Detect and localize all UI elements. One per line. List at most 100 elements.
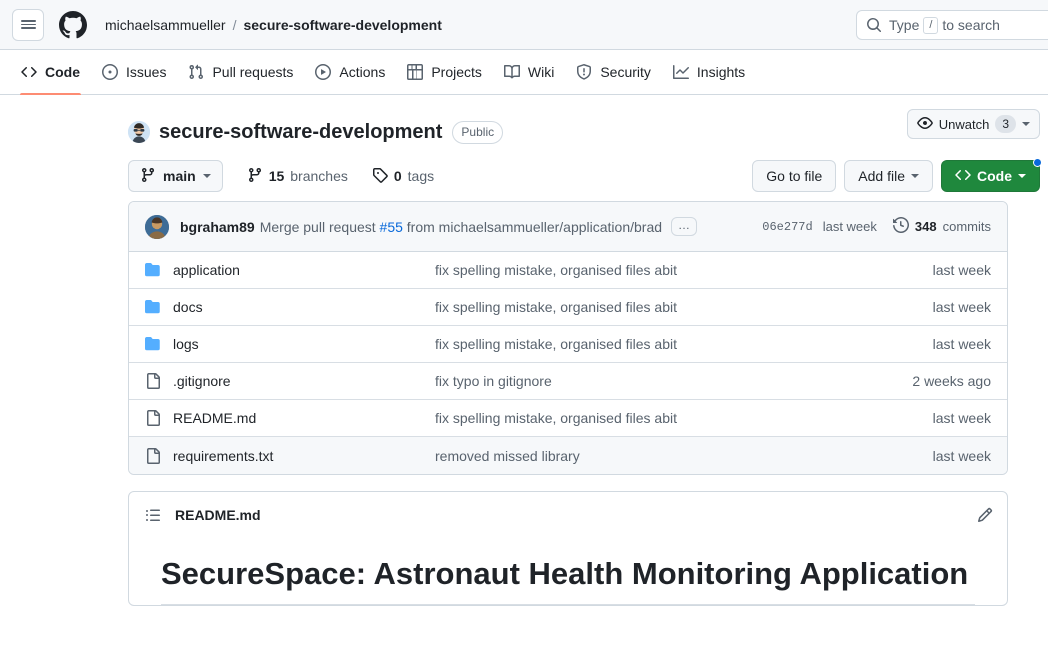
search-placeholder-text: Type / to search xyxy=(889,16,1000,34)
tab-security-label: Security xyxy=(600,64,651,80)
watch-count: 3 xyxy=(995,115,1016,133)
tab-wiki-label: Wiki xyxy=(527,64,555,80)
table-row[interactable]: logs fix spelling mistake, organised fil… xyxy=(129,326,1007,363)
file-timestamp: last week xyxy=(932,336,991,352)
file-commit-message[interactable]: fix spelling mistake, organised files ab… xyxy=(435,336,933,352)
tab-pull-requests-label: Pull requests xyxy=(212,64,294,80)
pencil-icon[interactable] xyxy=(977,507,993,523)
github-logo-icon[interactable] xyxy=(59,10,87,39)
file-commit-message[interactable]: fix spelling mistake, organised files ab… xyxy=(435,299,933,315)
repo-header: secure-software-development Public Unwat… xyxy=(16,95,1040,151)
expand-commit-message-button[interactable]: … xyxy=(671,217,698,236)
tab-security[interactable]: Security xyxy=(567,50,660,94)
file-timestamp: last week xyxy=(932,262,991,278)
file-name[interactable]: application xyxy=(173,262,435,278)
list-unordered-icon[interactable] xyxy=(145,507,161,523)
file-listing: bgraham89 Merge pull request #55 from mi… xyxy=(128,201,1008,475)
commit-message-after: from michaelsammueller/application/brad xyxy=(402,218,663,235)
tab-actions[interactable]: Actions xyxy=(306,50,394,94)
shield-icon xyxy=(576,64,592,80)
file-name[interactable]: requirements.txt xyxy=(173,448,435,464)
issue-opened-icon xyxy=(102,64,118,80)
commit-sha[interactable]: 06e277d xyxy=(762,220,812,234)
tab-actions-label: Actions xyxy=(339,64,386,80)
file-name[interactable]: README.md xyxy=(173,410,435,426)
tab-issues-label: Issues xyxy=(126,64,167,80)
branches-link[interactable]: 15 branches xyxy=(247,167,348,186)
breadcrumb: michaelsammueller / secure-software-deve… xyxy=(105,17,442,33)
table-icon xyxy=(407,64,424,80)
file-timestamp: 2 weeks ago xyxy=(912,373,991,389)
tab-insights[interactable]: Insights xyxy=(664,50,754,94)
commits-count-value: 348 xyxy=(914,219,937,234)
branch-name: main xyxy=(163,168,196,184)
tags-count: 0 xyxy=(393,168,402,184)
hamburger-menu-icon[interactable] xyxy=(12,8,44,41)
go-to-file-button[interactable]: Go to file xyxy=(752,160,837,192)
file-icon xyxy=(145,410,161,426)
commits-count-label: commits xyxy=(942,219,991,234)
tab-insights-label: Insights xyxy=(696,64,746,80)
table-row[interactable]: README.md fix spelling mistake, organise… xyxy=(129,400,1007,437)
commit-message: Merge pull request #55 from michaelsammu… xyxy=(260,219,662,235)
visibility-badge: Public xyxy=(452,120,504,144)
graph-icon xyxy=(672,64,689,80)
chevron-down-icon xyxy=(911,174,919,178)
folder-icon xyxy=(145,262,161,278)
file-commit-message[interactable]: fix spelling mistake, organised files ab… xyxy=(435,410,933,426)
commit-author[interactable]: bgraham89 xyxy=(180,219,255,235)
tab-issues[interactable]: Issues xyxy=(93,50,175,94)
tags-link[interactable]: 0 tags xyxy=(372,167,434,186)
branches-count: 15 xyxy=(268,168,285,184)
commit-meta: 06e277d last week 348 commits xyxy=(762,216,991,236)
committer-avatar[interactable] xyxy=(145,214,169,239)
tab-code[interactable]: Code xyxy=(12,50,89,95)
tab-wiki[interactable]: Wiki xyxy=(495,50,563,94)
table-row[interactable]: docs fix spelling mistake, organised fil… xyxy=(129,289,1007,326)
search-suffix: to search xyxy=(942,17,1000,33)
history-icon xyxy=(892,216,909,236)
add-file-label: Add file xyxy=(858,168,905,184)
tab-code-label: Code xyxy=(45,64,80,80)
add-file-button[interactable]: Add file xyxy=(844,160,933,192)
code-button[interactable]: Code xyxy=(941,158,1042,192)
unwatch-button[interactable]: Unwatch 3 xyxy=(906,109,1040,139)
tab-pull-requests[interactable]: Pull requests xyxy=(179,50,302,94)
table-row[interactable]: requirements.txt removed missed library … xyxy=(129,437,1007,474)
page-title[interactable]: secure-software-development xyxy=(159,121,442,144)
table-row[interactable]: .gitignore fix typo in gitignore 2 weeks… xyxy=(129,363,1007,400)
table-row[interactable]: application fix spelling mistake, organi… xyxy=(129,252,1007,289)
git-branch-icon xyxy=(140,167,156,186)
commit-pr-link[interactable]: #55 xyxy=(380,219,403,235)
search-icon xyxy=(866,17,882,33)
file-timestamp: last week xyxy=(932,410,991,426)
commit-message-before: Merge pull request xyxy=(259,218,380,235)
file-name[interactable]: docs xyxy=(173,299,435,315)
play-icon xyxy=(315,64,332,80)
tab-projects-label: Projects xyxy=(431,64,482,80)
file-name[interactable]: .gitignore xyxy=(173,373,435,389)
file-commit-message[interactable]: fix spelling mistake, organised files ab… xyxy=(435,262,933,278)
commits-count-link[interactable]: 348 commits xyxy=(892,216,991,236)
file-name[interactable]: logs xyxy=(173,336,435,352)
breadcrumb-owner[interactable]: michaelsammueller xyxy=(105,17,226,33)
branch-selector-button[interactable]: main xyxy=(128,160,223,192)
tab-projects[interactable]: Projects xyxy=(398,50,491,94)
search-prefix: Type xyxy=(889,17,920,33)
file-icon xyxy=(145,447,161,464)
file-commit-message[interactable]: fix typo in gitignore xyxy=(435,373,912,389)
git-pull-request-icon xyxy=(188,64,204,80)
search-input[interactable]: Type / to search xyxy=(856,10,1048,40)
readme-title: README.md xyxy=(175,507,261,523)
search-slash-key: / xyxy=(923,16,939,34)
owner-avatar[interactable] xyxy=(128,121,150,143)
file-icon xyxy=(145,373,161,389)
chevron-down-icon xyxy=(202,174,211,178)
branches-label: branches xyxy=(290,168,348,184)
file-commit-message[interactable]: removed missed library xyxy=(435,448,933,464)
breadcrumb-repo[interactable]: secure-software-development xyxy=(243,17,441,33)
code-icon xyxy=(955,167,971,186)
book-icon xyxy=(503,64,520,80)
readme-panel: README.md SecureSpace: Astronaut Health … xyxy=(128,491,1008,606)
notification-dot xyxy=(1033,158,1042,167)
